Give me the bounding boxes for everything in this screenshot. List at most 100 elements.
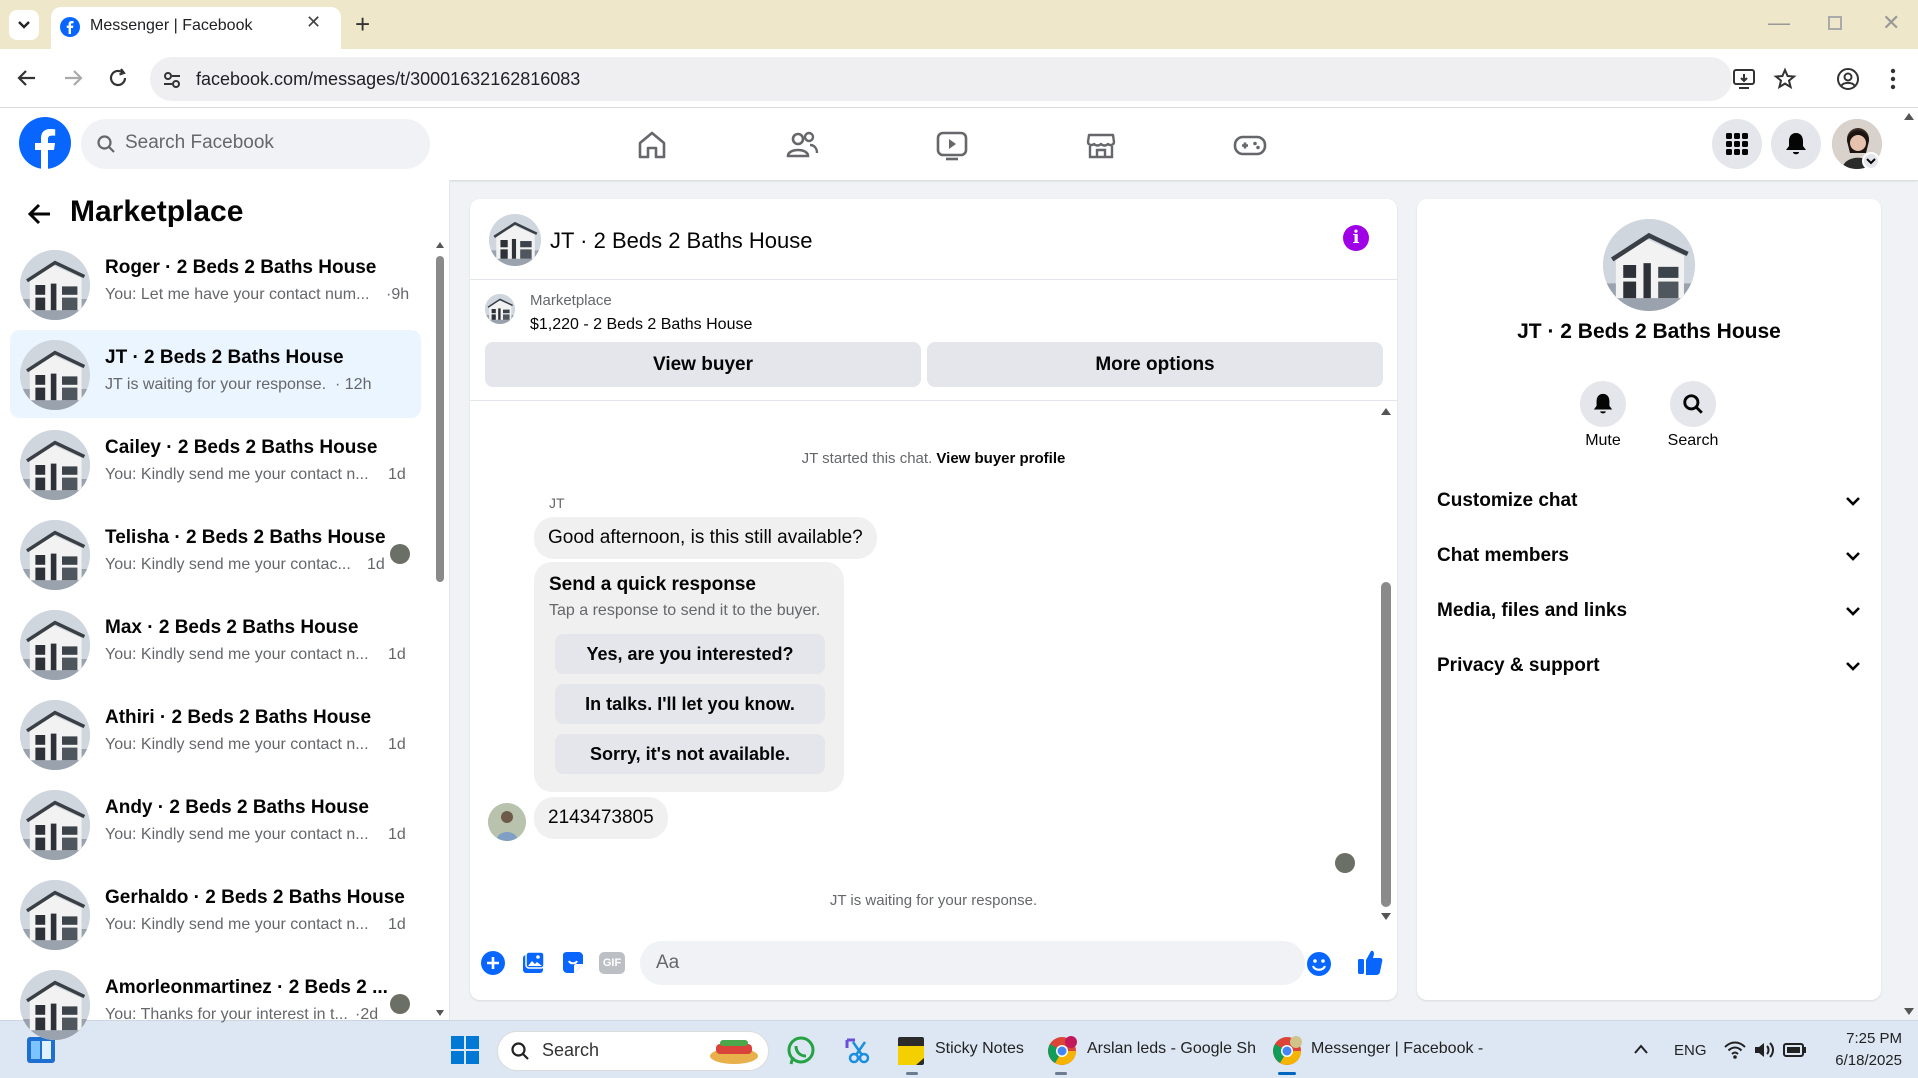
restore-icon[interactable]: [1828, 16, 1842, 30]
battery-icon[interactable]: [1783, 1042, 1807, 1058]
conversation-name: Roger · 2 Beds 2 Baths House: [105, 257, 377, 278]
details-avatar[interactable]: [1603, 219, 1695, 311]
chat-scrollbar[interactable]: [1379, 405, 1393, 925]
conversation-item[interactable]: Amorleonmartinez · 2 Beds 2 ... You: Than…: [10, 960, 421, 1040]
snipping-tool-icon[interactable]: [843, 1036, 873, 1066]
chrome-menu-icon[interactable]: [1888, 67, 1898, 91]
conversation-item[interactable]: Gerhaldo · 2 Beds 2 Baths House You: Kind…: [10, 870, 421, 958]
taskbar-sheets-label[interactable]: Arslan leds - Google Sh: [1087, 1040, 1256, 1058]
conversation-preview: You: Kindly send me your contact n...: [105, 466, 369, 483]
video-icon[interactable]: [932, 125, 972, 165]
home-icon[interactable]: [632, 125, 672, 165]
conversation-item[interactable]: Cailey · 2 Beds 2 Baths House You: Kindly…: [10, 420, 421, 508]
divider: [470, 400, 1397, 401]
quick-response-in-talks-button[interactable]: In talks. I'll let you know.: [555, 684, 825, 724]
search-label: Search: [1667, 432, 1719, 449]
language-indicator[interactable]: ENG: [1674, 1042, 1707, 1059]
windows-start-icon[interactable]: [450, 1035, 480, 1065]
buyer-avatar[interactable]: [488, 803, 526, 841]
back-arrow-icon[interactable]: [26, 200, 54, 228]
account-menu-chevron[interactable]: [1862, 152, 1880, 170]
sticker-icon[interactable]: [559, 949, 587, 977]
volume-icon[interactable]: [1753, 1040, 1775, 1060]
view-buyer-button[interactable]: View buyer: [485, 342, 921, 387]
gif-button[interactable]: GIF: [599, 952, 625, 974]
wifi-icon[interactable]: [1724, 1040, 1746, 1060]
site-info-icon[interactable]: [162, 70, 182, 90]
more-options-button[interactable]: More options: [927, 342, 1383, 387]
conversation-item[interactable]: Max · 2 Beds 2 Baths House You: Kindly se…: [10, 600, 421, 688]
sticky-notes-icon[interactable]: [897, 1036, 925, 1066]
install-app-icon[interactable]: [1732, 68, 1756, 90]
privacy-support-row[interactable]: Privacy & support: [1437, 646, 1861, 686]
photo-icon[interactable]: [519, 949, 547, 977]
conversation-item[interactable]: Roger · 2 Beds 2 Baths House You: Let me …: [10, 240, 421, 328]
tab-close-icon[interactable]: ✕: [306, 12, 321, 33]
conversation-item[interactable]: Telisha · 2 Beds 2 Baths House You: Kindl…: [10, 510, 421, 598]
profile-icon[interactable]: [1836, 67, 1860, 91]
chat-members-row[interactable]: Chat members: [1437, 536, 1861, 576]
clock-time[interactable]: 7:25 PM: [1830, 1030, 1902, 1047]
conversation-preview: You: Kindly send me your contac...: [105, 556, 351, 573]
widgets-icon[interactable]: [26, 1036, 56, 1064]
facebook-logo-icon[interactable]: [19, 117, 71, 169]
message-input-placeholder[interactable]: Aa: [656, 952, 679, 974]
conversation-item[interactable]: Athiri · 2 Beds 2 Baths House You: Kindly…: [10, 690, 421, 778]
reload-icon[interactable]: [107, 67, 129, 89]
window-close-icon[interactable]: ✕: [1882, 8, 1900, 38]
row-label: Media, files and links: [1437, 600, 1628, 621]
message-input[interactable]: [640, 941, 1305, 985]
taskbar-search-label[interactable]: Search: [542, 1040, 599, 1061]
info-icon[interactable]: i: [1343, 225, 1369, 251]
forward-icon[interactable]: [62, 67, 84, 89]
conversation-item[interactable]: JT · 2 Beds 2 Baths House JT is waiting f…: [10, 330, 421, 418]
chat-avatar[interactable]: [489, 214, 541, 266]
emoji-icon[interactable]: [1305, 950, 1333, 978]
scrollbar-graphic: [1904, 113, 1914, 1015]
bookmark-star-icon[interactable]: [1773, 67, 1797, 91]
notifications-button[interactable]: [1771, 119, 1821, 169]
chat-title[interactable]: JT · 2 Beds 2 Baths House: [550, 228, 813, 254]
minimize-icon[interactable]: —: [1768, 8, 1790, 38]
taskbar-messenger-label[interactable]: Messenger | Facebook -: [1311, 1040, 1483, 1058]
menu-button[interactable]: [1712, 119, 1762, 169]
plus-circle-icon[interactable]: [479, 949, 507, 977]
marketplace-icon[interactable]: [1081, 125, 1121, 165]
chrome-icon[interactable]: [1271, 1035, 1303, 1067]
friends-icon[interactable]: [782, 125, 822, 165]
conversation-item[interactable]: Andy · 2 Beds 2 Baths House You: Kindly s…: [10, 780, 421, 868]
facebook-search-placeholder[interactable]: Search Facebook: [125, 132, 274, 154]
back-icon[interactable]: [16, 67, 38, 89]
house-photo-icon: [20, 880, 90, 950]
taskbar-sticky-notes-label[interactable]: Sticky Notes: [935, 1040, 1024, 1058]
conversation-preview: You: Kindly send me your contact n...: [105, 826, 369, 843]
search-highlight-icon: [710, 1040, 758, 1064]
mute-button[interactable]: [1580, 381, 1626, 427]
chevron-down-icon: [18, 21, 30, 29]
seen-indicator-avatar: [390, 994, 410, 1014]
listing-thumbnail[interactable]: [485, 294, 515, 324]
message-bubble[interactable]: 2143473805: [534, 797, 668, 839]
house-photo-icon: [20, 790, 90, 860]
gaming-icon[interactable]: [1230, 125, 1270, 165]
url-text[interactable]: facebook.com/messages/t/3000163216281608…: [196, 69, 580, 90]
conversation-time: 1d: [367, 556, 385, 573]
chrome-icon[interactable]: [1046, 1035, 1078, 1067]
whatsapp-icon[interactable]: [786, 1036, 816, 1066]
tab-search-button[interactable]: [9, 10, 39, 40]
view-buyer-profile-link[interactable]: View buyer profile: [936, 450, 1065, 467]
conversation-avatar: [20, 790, 90, 860]
quick-response-not-available-button[interactable]: Sorry, it's not available.: [555, 734, 825, 774]
customize-chat-row[interactable]: Customize chat: [1437, 481, 1861, 521]
clock-date[interactable]: 6/18/2025: [1810, 1052, 1902, 1069]
quick-response-yes-button[interactable]: Yes, are you interested?: [555, 634, 825, 674]
page-scrollbar[interactable]: [1902, 110, 1916, 1020]
chevron-up-icon[interactable]: [1633, 1043, 1649, 1055]
like-thumb-icon[interactable]: [1355, 947, 1385, 977]
new-tab-icon[interactable]: +: [355, 10, 370, 38]
listing-title[interactable]: $1,220 - 2 Beds 2 Baths House: [530, 316, 752, 334]
search-in-chat-button[interactable]: [1670, 381, 1716, 427]
message-bubble[interactable]: Good afternoon, is this still available?: [534, 517, 877, 559]
sidebar-scrollbar[interactable]: [435, 240, 445, 1020]
media-files-links-row[interactable]: Media, files and links: [1437, 591, 1861, 631]
